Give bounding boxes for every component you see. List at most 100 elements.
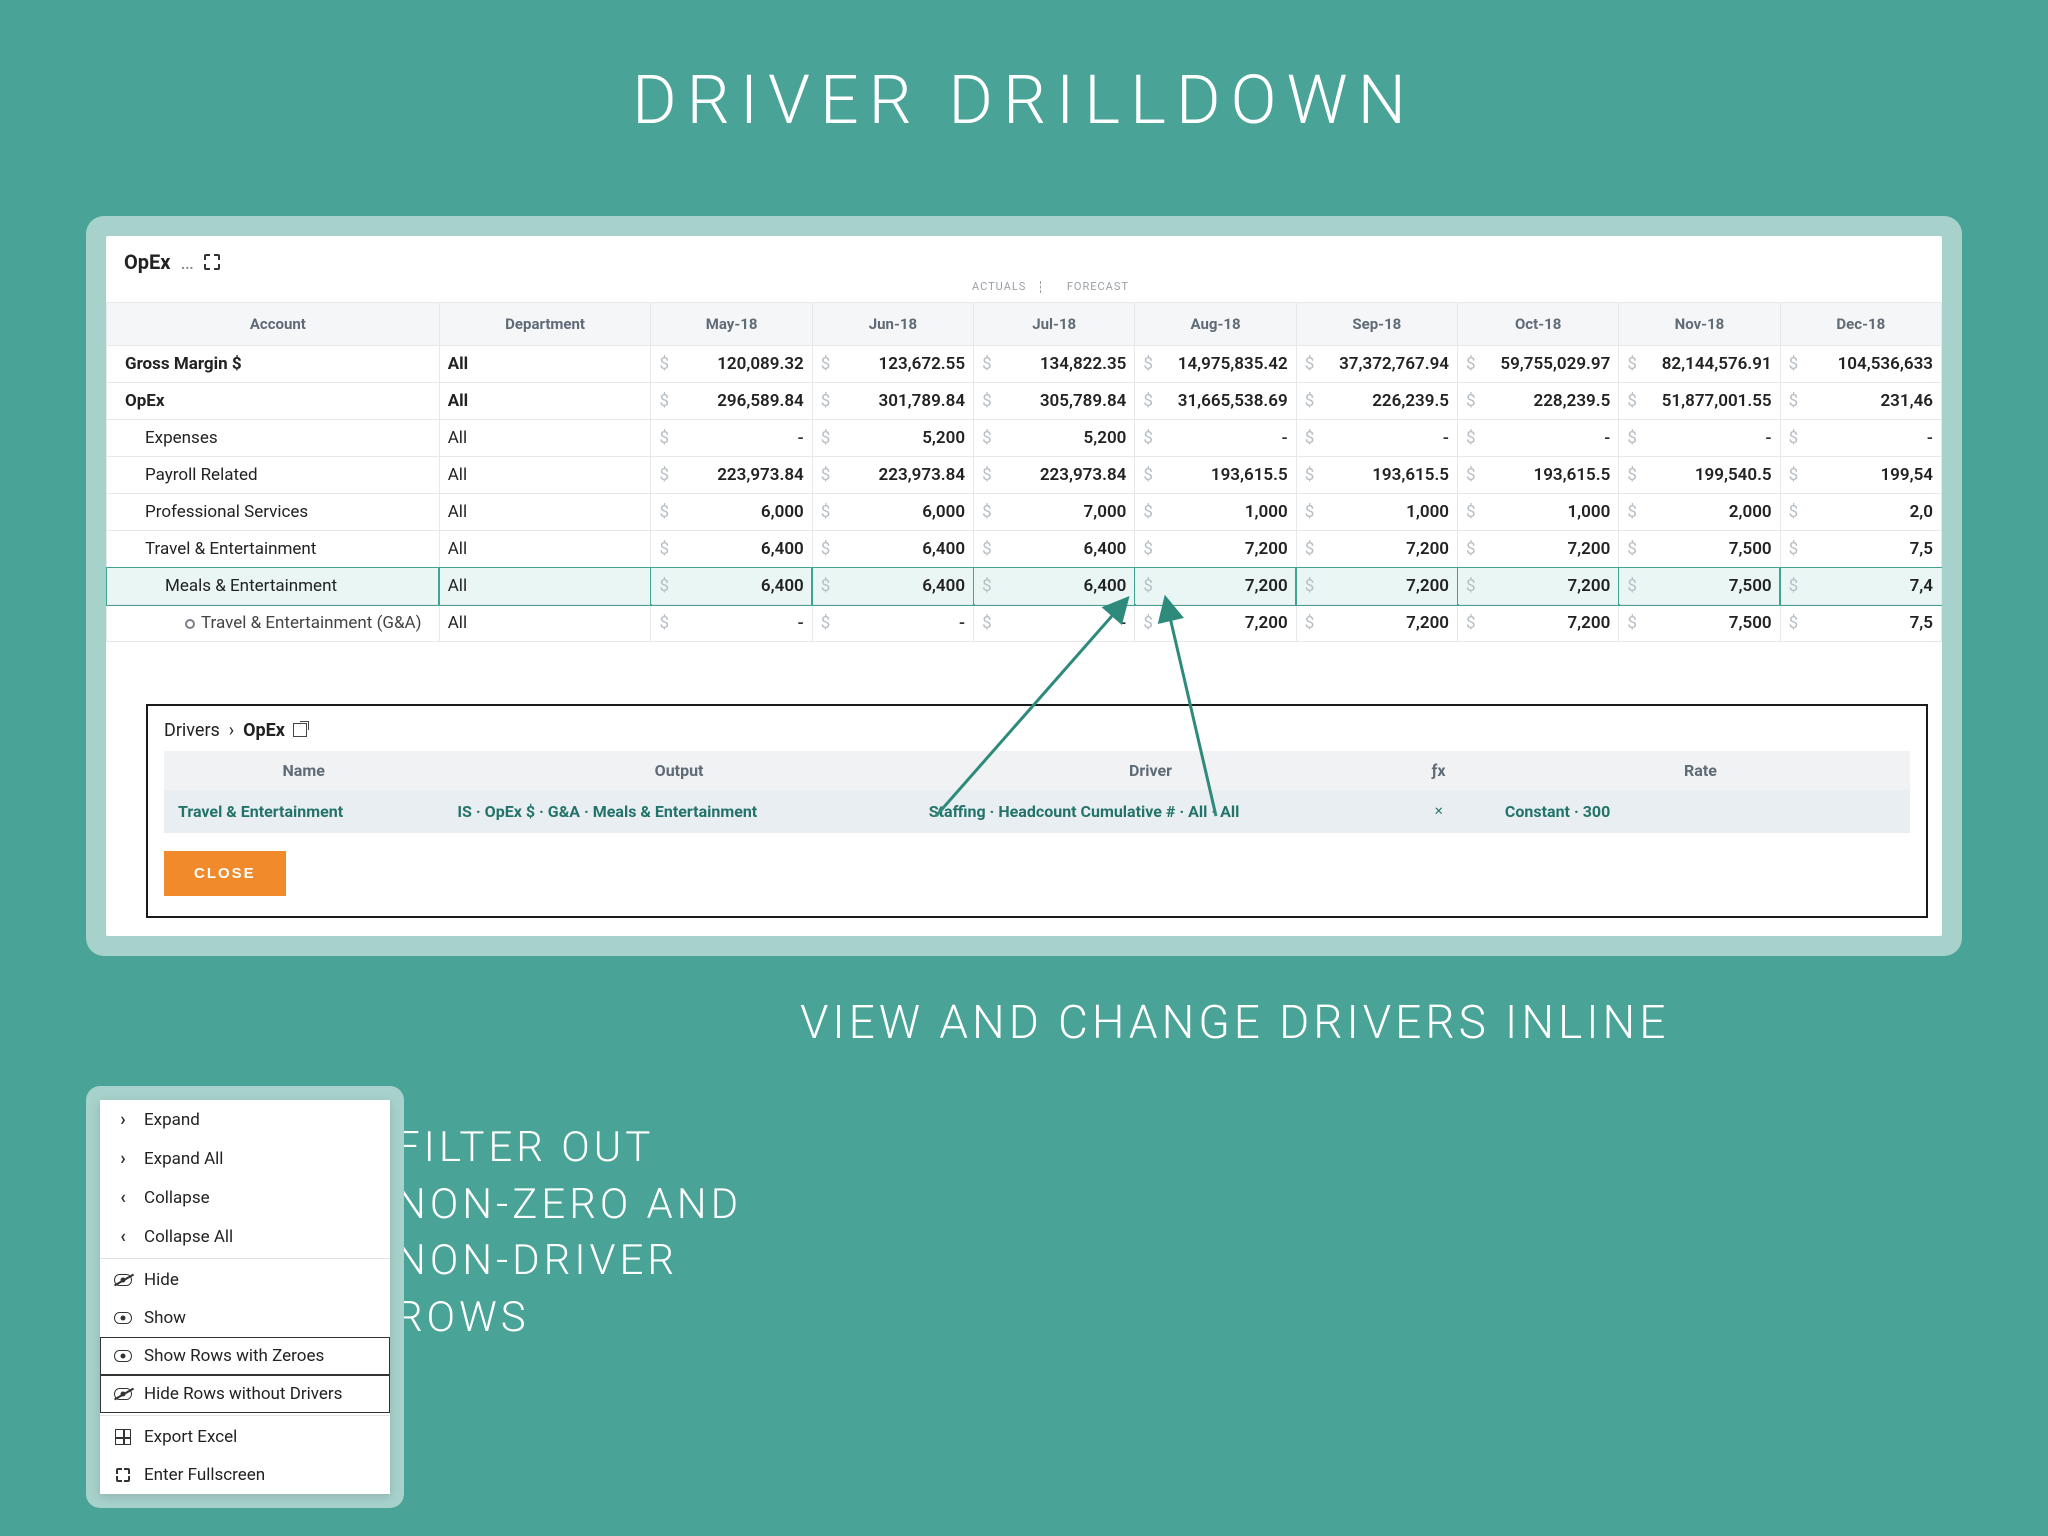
value-cell[interactable]: $228,239.5: [1458, 383, 1619, 420]
value-cell[interactable]: $59,755,029.97: [1458, 346, 1619, 383]
value-cell[interactable]: $1,000: [1296, 494, 1457, 531]
breadcrumb-root[interactable]: Drivers: [164, 720, 220, 741]
value-cell[interactable]: $199,54: [1780, 457, 1941, 494]
col-month[interactable]: Aug-18: [1135, 303, 1296, 346]
value-cell[interactable]: $7,5: [1780, 605, 1941, 642]
drv-name[interactable]: Travel & Entertainment: [164, 790, 443, 833]
drv-rate[interactable]: Constant · 300: [1491, 790, 1910, 833]
value-cell[interactable]: $1,000: [1458, 494, 1619, 531]
value-cell[interactable]: $193,615.5: [1458, 457, 1619, 494]
drv-fx[interactable]: ×: [1386, 790, 1491, 833]
col-month[interactable]: Sep-18: [1296, 303, 1457, 346]
value-cell[interactable]: $7,200: [1135, 605, 1296, 642]
value-cell[interactable]: $7,200: [1135, 568, 1296, 605]
menu-show-rows-zeroes[interactable]: Show Rows with Zeroes: [100, 1337, 390, 1375]
table-row[interactable]: Payroll RelatedAll$223,973.84$223,973.84…: [107, 457, 1942, 494]
value-cell[interactable]: $7,200: [1296, 605, 1457, 642]
value-cell[interactable]: $7,5: [1780, 531, 1941, 568]
menu-expand[interactable]: ›Expand: [100, 1100, 390, 1139]
account-cell[interactable]: Payroll Related: [107, 457, 440, 494]
col-month[interactable]: Jul-18: [974, 303, 1135, 346]
value-cell[interactable]: $7,500: [1619, 531, 1780, 568]
account-cell[interactable]: OpEx: [107, 383, 440, 420]
menu-collapse[interactable]: ‹Collapse: [100, 1178, 390, 1217]
value-cell[interactable]: $231,46: [1780, 383, 1941, 420]
value-cell[interactable]: $-: [1458, 420, 1619, 457]
value-cell[interactable]: $2,000: [1619, 494, 1780, 531]
breadcrumb-current[interactable]: OpEx: [243, 720, 285, 741]
value-cell[interactable]: $7,500: [1619, 605, 1780, 642]
value-cell[interactable]: $-: [651, 605, 812, 642]
department-cell[interactable]: All: [439, 420, 651, 457]
value-cell[interactable]: $193,615.5: [1296, 457, 1457, 494]
value-cell[interactable]: $6,400: [812, 568, 973, 605]
value-cell[interactable]: $193,615.5: [1135, 457, 1296, 494]
table-row[interactable]: OpExAll$296,589.84$301,789.84$305,789.84…: [107, 383, 1942, 420]
value-cell[interactable]: $223,973.84: [812, 457, 973, 494]
table-row[interactable]: Gross Margin $All$120,089.32$123,672.55$…: [107, 346, 1942, 383]
department-cell[interactable]: All: [439, 457, 651, 494]
department-cell[interactable]: All: [439, 605, 651, 642]
value-cell[interactable]: $223,973.84: [651, 457, 812, 494]
menu-show[interactable]: Show: [100, 1299, 390, 1337]
col-month[interactable]: Oct-18: [1458, 303, 1619, 346]
value-cell[interactable]: $6,000: [812, 494, 973, 531]
value-cell[interactable]: $-: [1296, 420, 1457, 457]
department-cell[interactable]: All: [439, 494, 651, 531]
value-cell[interactable]: $51,877,001.55: [1619, 383, 1780, 420]
department-cell[interactable]: All: [439, 346, 651, 383]
drv-driver[interactable]: Staffing · Headcount Cumulative # · All …: [915, 790, 1386, 833]
value-cell[interactable]: $296,589.84: [651, 383, 812, 420]
value-cell[interactable]: $7,500: [1619, 568, 1780, 605]
col-month[interactable]: May-18: [651, 303, 812, 346]
department-cell[interactable]: All: [439, 383, 651, 420]
value-cell[interactable]: $223,973.84: [974, 457, 1135, 494]
value-cell[interactable]: $-: [1780, 420, 1941, 457]
value-cell[interactable]: $7,200: [1296, 531, 1457, 568]
value-cell[interactable]: $-: [651, 420, 812, 457]
menu-hide-rows-no-drivers[interactable]: Hide Rows without Drivers: [100, 1375, 390, 1413]
close-button[interactable]: CLOSE: [164, 851, 286, 896]
menu-collapse-all[interactable]: ‹Collapse All: [100, 1217, 390, 1256]
col-account[interactable]: Account: [107, 303, 440, 346]
table-row[interactable]: Travel & EntertainmentAll$6,400$6,400$6,…: [107, 531, 1942, 568]
value-cell[interactable]: $5,200: [812, 420, 973, 457]
value-cell[interactable]: $134,822.35: [974, 346, 1135, 383]
table-row[interactable]: Meals & EntertainmentAll$6,400$6,400$6,4…: [107, 568, 1942, 605]
value-cell[interactable]: $31,665,538.69: [1135, 383, 1296, 420]
account-cell[interactable]: Professional Services: [107, 494, 440, 531]
value-cell[interactable]: $1,000: [1135, 494, 1296, 531]
open-external-icon[interactable]: [293, 723, 307, 737]
col-month[interactable]: Nov-18: [1619, 303, 1780, 346]
col-month[interactable]: Jun-18: [812, 303, 973, 346]
value-cell[interactable]: $37,372,767.94: [1296, 346, 1457, 383]
value-cell[interactable]: $305,789.84: [974, 383, 1135, 420]
value-cell[interactable]: $-: [974, 605, 1135, 642]
value-cell[interactable]: $7,4: [1780, 568, 1941, 605]
account-cell[interactable]: Meals & Entertainment: [107, 568, 440, 605]
drv-output[interactable]: IS · OpEx $ · G&A · Meals & Entertainmen…: [443, 790, 914, 833]
fullscreen-icon[interactable]: [204, 254, 220, 270]
value-cell[interactable]: $6,400: [812, 531, 973, 568]
table-row[interactable]: Professional ServicesAll$6,000$6,000$7,0…: [107, 494, 1942, 531]
table-row[interactable]: Travel & Entertainment (G&A)All$-$-$-$7,…: [107, 605, 1942, 642]
value-cell[interactable]: $7,200: [1458, 531, 1619, 568]
more-icon[interactable]: …: [180, 250, 193, 274]
drivers-row[interactable]: Travel & Entertainment IS · OpEx $ · G&A…: [164, 790, 1910, 833]
department-cell[interactable]: All: [439, 531, 651, 568]
value-cell[interactable]: $7,000: [974, 494, 1135, 531]
account-cell[interactable]: Expenses: [107, 420, 440, 457]
col-month[interactable]: Dec-18: [1780, 303, 1941, 346]
account-cell[interactable]: Travel & Entertainment: [107, 531, 440, 568]
menu-export-excel[interactable]: Export Excel: [100, 1418, 390, 1456]
account-cell[interactable]: Travel & Entertainment (G&A): [107, 605, 440, 642]
account-cell[interactable]: Gross Margin $: [107, 346, 440, 383]
value-cell[interactable]: $120,089.32: [651, 346, 812, 383]
value-cell[interactable]: $-: [812, 605, 973, 642]
value-cell[interactable]: $226,239.5: [1296, 383, 1457, 420]
value-cell[interactable]: $6,000: [651, 494, 812, 531]
value-cell[interactable]: $-: [1135, 420, 1296, 457]
menu-expand-all[interactable]: ›Expand All: [100, 1139, 390, 1178]
value-cell[interactable]: $2,0: [1780, 494, 1941, 531]
col-department[interactable]: Department: [439, 303, 651, 346]
